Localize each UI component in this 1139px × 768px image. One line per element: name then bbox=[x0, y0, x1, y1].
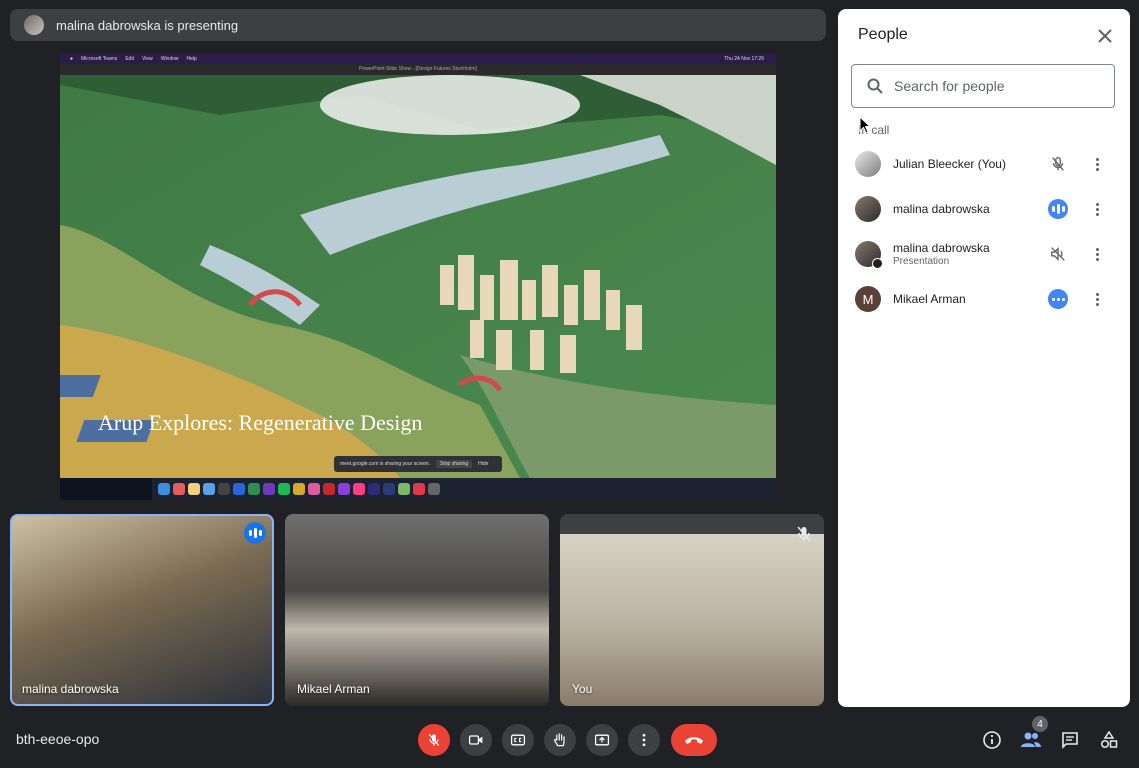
stop-sharing-button[interactable]: Stop sharing bbox=[436, 460, 473, 468]
indesign-icon bbox=[353, 483, 365, 495]
shared-screen: ● Microsoft Teams Edit View Window Help … bbox=[60, 54, 776, 500]
presentation-icon bbox=[872, 258, 883, 269]
more-options-icon[interactable] bbox=[1090, 199, 1104, 219]
meeting-details-button[interactable] bbox=[980, 728, 1004, 752]
raise-hand-button[interactable] bbox=[544, 724, 576, 756]
app-icon bbox=[323, 483, 335, 495]
calendar-icon bbox=[173, 483, 185, 495]
participant-name: malina dabrowska bbox=[893, 241, 990, 255]
meeting-code: bth-eeoe-opo bbox=[16, 731, 100, 747]
hide-button[interactable]: Hide bbox=[478, 461, 488, 467]
participant-name: malina dabrowska bbox=[893, 202, 990, 216]
apple-icon: ● bbox=[70, 56, 74, 62]
activities-button[interactable] bbox=[1097, 728, 1121, 752]
search-icon bbox=[867, 78, 883, 94]
present-screen-button[interactable] bbox=[586, 724, 618, 756]
participant-name: Mikael Arman bbox=[893, 292, 966, 306]
chat-button[interactable] bbox=[1058, 728, 1082, 752]
app-icon bbox=[203, 483, 215, 495]
app-icon bbox=[338, 483, 350, 495]
present-screen-icon bbox=[594, 734, 610, 746]
mac-menu-bar: ● Microsoft Teams Edit View Window Help … bbox=[60, 54, 776, 64]
music-icon bbox=[413, 483, 425, 495]
info-icon bbox=[983, 731, 1001, 749]
speaking-indicator-icon bbox=[1047, 198, 1069, 220]
slideshow-window-title: PowerPoint Slide Show - [Design Futures … bbox=[60, 64, 776, 75]
captions-button[interactable] bbox=[502, 724, 534, 756]
app-icon bbox=[398, 483, 410, 495]
mic-off-icon bbox=[1047, 153, 1069, 175]
avatar: M bbox=[855, 286, 881, 312]
avatar bbox=[855, 241, 883, 269]
speaking-indicator-icon bbox=[244, 522, 266, 544]
mouse-pointer-icon bbox=[859, 116, 871, 134]
hand-icon bbox=[554, 733, 565, 747]
presenter-avatar bbox=[24, 15, 44, 35]
leave-call-button[interactable] bbox=[671, 724, 717, 756]
mic-off-icon bbox=[428, 734, 440, 746]
app-icon bbox=[293, 483, 305, 495]
participant-row[interactable]: malina dabrowska Presentation bbox=[838, 232, 1130, 276]
mic-off-icon bbox=[797, 526, 811, 542]
close-icon[interactable] bbox=[1096, 27, 1114, 45]
participant-row[interactable]: Julian Bleecker (You) bbox=[838, 142, 1130, 186]
participant-row[interactable]: malina dabrowska bbox=[838, 187, 1130, 231]
hang-up-icon bbox=[685, 737, 703, 744]
spotify-icon bbox=[278, 483, 290, 495]
more-options-icon[interactable] bbox=[1090, 154, 1104, 174]
participant-name: Mikael Arman bbox=[297, 682, 370, 696]
more-options-icon[interactable] bbox=[1090, 289, 1104, 309]
slide-title: Arup Explores: Regenerative Design bbox=[98, 410, 423, 435]
mac-menu-item: View bbox=[141, 56, 153, 62]
search-people-input[interactable] bbox=[892, 77, 1096, 95]
activities-icon bbox=[1100, 730, 1118, 749]
app-icon bbox=[248, 483, 260, 495]
app-icon bbox=[233, 483, 245, 495]
participant-tile[interactable]: malina dabrowska bbox=[10, 514, 274, 706]
participant-tile[interactable]: Mikael Arman bbox=[285, 514, 549, 706]
avatar bbox=[855, 151, 881, 177]
avatar-initial: M bbox=[862, 291, 874, 307]
share-notice-text: meet.google.com is sharing your screen. bbox=[340, 461, 431, 467]
premiere-icon bbox=[368, 483, 380, 495]
participant-tile[interactable]: You bbox=[560, 514, 824, 706]
notes-icon bbox=[188, 483, 200, 495]
search-people-field[interactable] bbox=[851, 64, 1115, 108]
mac-menu-item: Edit bbox=[125, 56, 134, 62]
mac-menu-item: Help bbox=[186, 56, 197, 62]
participant-row[interactable]: M Mikael Arman bbox=[838, 277, 1130, 321]
participant-subtitle: Presentation bbox=[893, 256, 950, 267]
screen-share-notice: meet.google.com is sharing your screen. … bbox=[334, 456, 502, 472]
app-icon bbox=[218, 483, 230, 495]
more-options-icon[interactable] bbox=[1090, 244, 1104, 264]
camera-toggle-button[interactable] bbox=[460, 724, 492, 756]
more-options-button[interactable] bbox=[628, 724, 660, 756]
app-icon bbox=[308, 483, 320, 495]
trash-icon bbox=[428, 483, 440, 495]
chat-icon bbox=[1062, 732, 1078, 749]
mac-menu-item: Window bbox=[160, 56, 179, 62]
aftereffects-icon bbox=[383, 483, 395, 495]
presenting-banner: malina dabrowska is presenting bbox=[10, 9, 826, 41]
teams-icon bbox=[263, 483, 275, 495]
people-icon bbox=[1021, 732, 1041, 747]
activity-icon bbox=[1047, 288, 1069, 310]
more-vertical-icon bbox=[642, 733, 646, 747]
closed-captions-icon bbox=[510, 734, 526, 746]
presenting-text: malina dabrowska is presenting bbox=[56, 17, 239, 33]
audio-off-icon bbox=[1047, 243, 1069, 265]
participant-count-badge: 4 bbox=[1032, 716, 1048, 732]
mac-menu-item: Microsoft Teams bbox=[81, 56, 118, 62]
video-camera-icon bbox=[468, 735, 483, 745]
panel-title: People bbox=[858, 26, 908, 43]
avatar bbox=[855, 196, 881, 222]
people-panel: People In call Julian Bleecker (You) mal… bbox=[838, 9, 1130, 707]
mac-dock bbox=[152, 478, 776, 500]
finder-icon bbox=[158, 483, 170, 495]
participant-name: malina dabrowska bbox=[22, 682, 119, 696]
participant-name: Julian Bleecker (You) bbox=[893, 157, 1006, 171]
microphone-toggle-button[interactable] bbox=[418, 724, 450, 756]
mac-clock: Thu 24 Nov 17:26 bbox=[724, 56, 764, 62]
participant-name: You bbox=[572, 682, 593, 696]
